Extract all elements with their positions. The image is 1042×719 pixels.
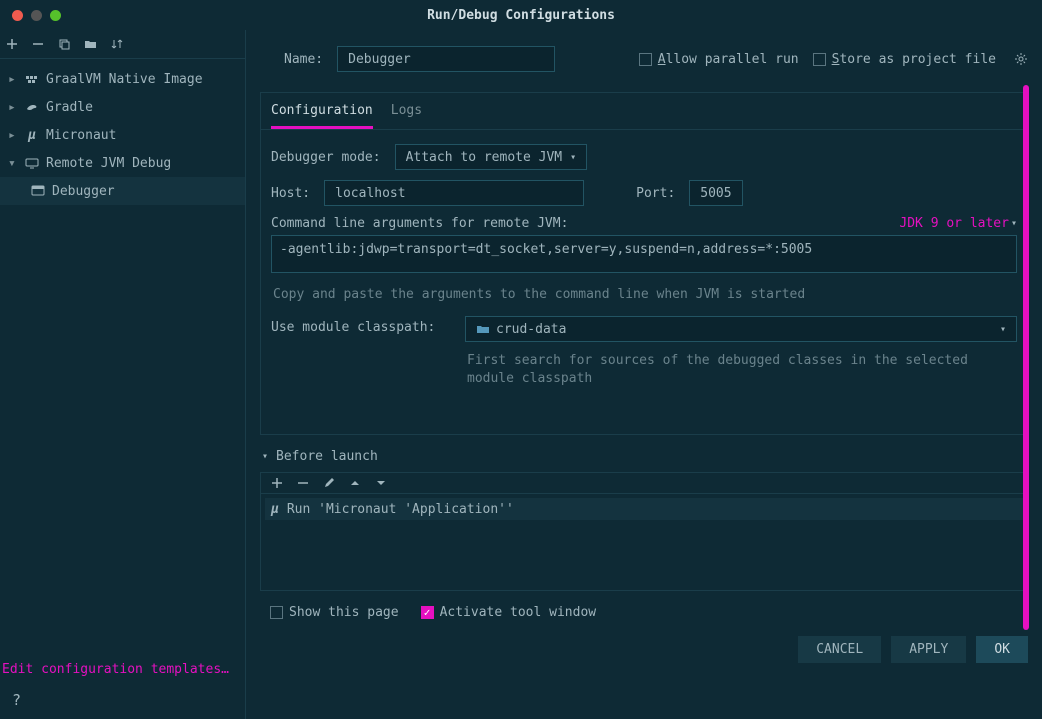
add-icon[interactable] (6, 38, 18, 50)
graal-icon (24, 73, 40, 85)
remove-icon[interactable] (297, 477, 309, 489)
host-label: Host: (271, 186, 310, 201)
micronaut-icon: µ (24, 128, 40, 143)
port-label: Port: (636, 186, 675, 201)
list-item[interactable]: µ Run 'Micronaut 'Application'' (265, 498, 1023, 520)
gear-icon[interactable] (1014, 52, 1028, 66)
sidebar-toolbar (0, 30, 245, 59)
gradle-icon (24, 101, 40, 113)
maximize-window-icon[interactable] (50, 10, 61, 21)
dialog-footer: CANCEL APPLY OK (260, 626, 1028, 663)
before-launch-toggle[interactable]: ▾ Before launch (260, 449, 1028, 464)
store-project-file-checkbox[interactable]: Store as project file (813, 52, 996, 67)
config-tree: ▸ GraalVM Native Image ▸ Gradle ▸ µ Micr… (0, 59, 245, 719)
folder-icon (476, 323, 490, 335)
tree-item-gradle[interactable]: ▸ Gradle (0, 93, 245, 121)
tree-item-debugger[interactable]: Debugger (0, 177, 245, 205)
apply-button[interactable]: APPLY (891, 636, 966, 663)
ok-button[interactable]: OK (976, 636, 1028, 663)
help-icon[interactable]: ? (12, 691, 21, 709)
chevron-down-icon: ▾ (570, 152, 576, 163)
window-controls (12, 10, 61, 21)
tree-item-graalvm[interactable]: ▸ GraalVM Native Image (0, 65, 245, 93)
chevron-down-icon: ▾ (1000, 324, 1006, 335)
expand-icon: ▸ (8, 100, 18, 115)
activate-tool-window-checkbox[interactable]: ✓ Activate tool window (421, 605, 597, 620)
chevron-down-icon: ▾ (1011, 218, 1017, 229)
tab-logs[interactable]: Logs (391, 103, 422, 129)
cmdline-label: Command line arguments for remote JVM: (271, 216, 568, 231)
titlebar: Run/Debug Configurations (0, 0, 1042, 30)
before-launch-toolbar (260, 472, 1028, 493)
collapse-icon: ▾ (262, 451, 268, 462)
tree-item-remote-jvm[interactable]: ▾ Remote JVM Debug (0, 149, 245, 177)
sidebar: ▸ GraalVM Native Image ▸ Gradle ▸ µ Micr… (0, 30, 246, 719)
move-up-icon[interactable] (349, 477, 361, 489)
allow-parallel-checkbox[interactable]: Allow parallel run (639, 52, 799, 67)
show-this-page-checkbox[interactable]: Show this page (270, 605, 399, 620)
module-classpath-select[interactable]: crud-data ▾ (465, 316, 1017, 342)
checkbox-checked-icon: ✓ (421, 606, 434, 619)
content-panel: Name: Allow parallel run Store as projec… (246, 30, 1042, 719)
expand-icon: ▸ (8, 72, 18, 87)
application-icon (30, 185, 46, 197)
module-classpath-label: Use module classpath: (271, 316, 451, 335)
name-label: Name: (284, 52, 323, 67)
name-input[interactable] (337, 46, 555, 72)
micronaut-icon: µ (271, 502, 279, 517)
debugger-mode-label: Debugger mode: (271, 150, 381, 165)
before-launch-section: ▾ Before launch µ Run 'Micronaut 'Applic… (260, 435, 1028, 626)
cmdline-hint: Copy and paste the arguments to the comm… (273, 287, 1015, 302)
sort-icon[interactable] (111, 38, 123, 50)
checkbox-icon (270, 606, 283, 619)
expand-icon: ▸ (8, 128, 18, 143)
checkbox-icon (813, 53, 826, 66)
scrollbar-indicator[interactable] (1023, 85, 1029, 630)
port-input[interactable] (689, 180, 743, 206)
edit-templates-link[interactable]: Edit configuration templates… (2, 662, 229, 677)
tree-item-micronaut[interactable]: ▸ µ Micronaut (0, 121, 245, 149)
remote-icon (24, 157, 40, 169)
remove-icon[interactable] (32, 38, 44, 50)
jdk-version-select[interactable]: JDK 9 or later ▾ (899, 216, 1017, 231)
tabs: Configuration Logs (261, 93, 1027, 130)
debugger-mode-select[interactable]: Attach to remote JVM ▾ (395, 144, 588, 170)
copy-icon[interactable] (58, 38, 70, 50)
cmdline-textarea[interactable]: -agentlib:jdwp=transport=dt_socket,serve… (271, 235, 1017, 273)
config-panel: Configuration Logs Debugger mode: Attach… (260, 92, 1028, 435)
folder-icon[interactable] (84, 38, 97, 50)
add-icon[interactable] (271, 477, 283, 489)
dialog-title: Run/Debug Configurations (427, 8, 615, 23)
tab-configuration[interactable]: Configuration (271, 103, 373, 129)
checkbox-icon (639, 53, 652, 66)
collapse-icon: ▾ (8, 156, 18, 171)
host-input[interactable] (324, 180, 584, 206)
cancel-button[interactable]: CANCEL (798, 636, 881, 663)
close-window-icon[interactable] (12, 10, 23, 21)
minimize-window-icon[interactable] (31, 10, 42, 21)
module-hint: First search for sources of the debugged… (467, 352, 1017, 388)
before-launch-list: µ Run 'Micronaut 'Application'' (260, 493, 1028, 591)
edit-icon[interactable] (323, 477, 335, 489)
move-down-icon[interactable] (375, 477, 387, 489)
